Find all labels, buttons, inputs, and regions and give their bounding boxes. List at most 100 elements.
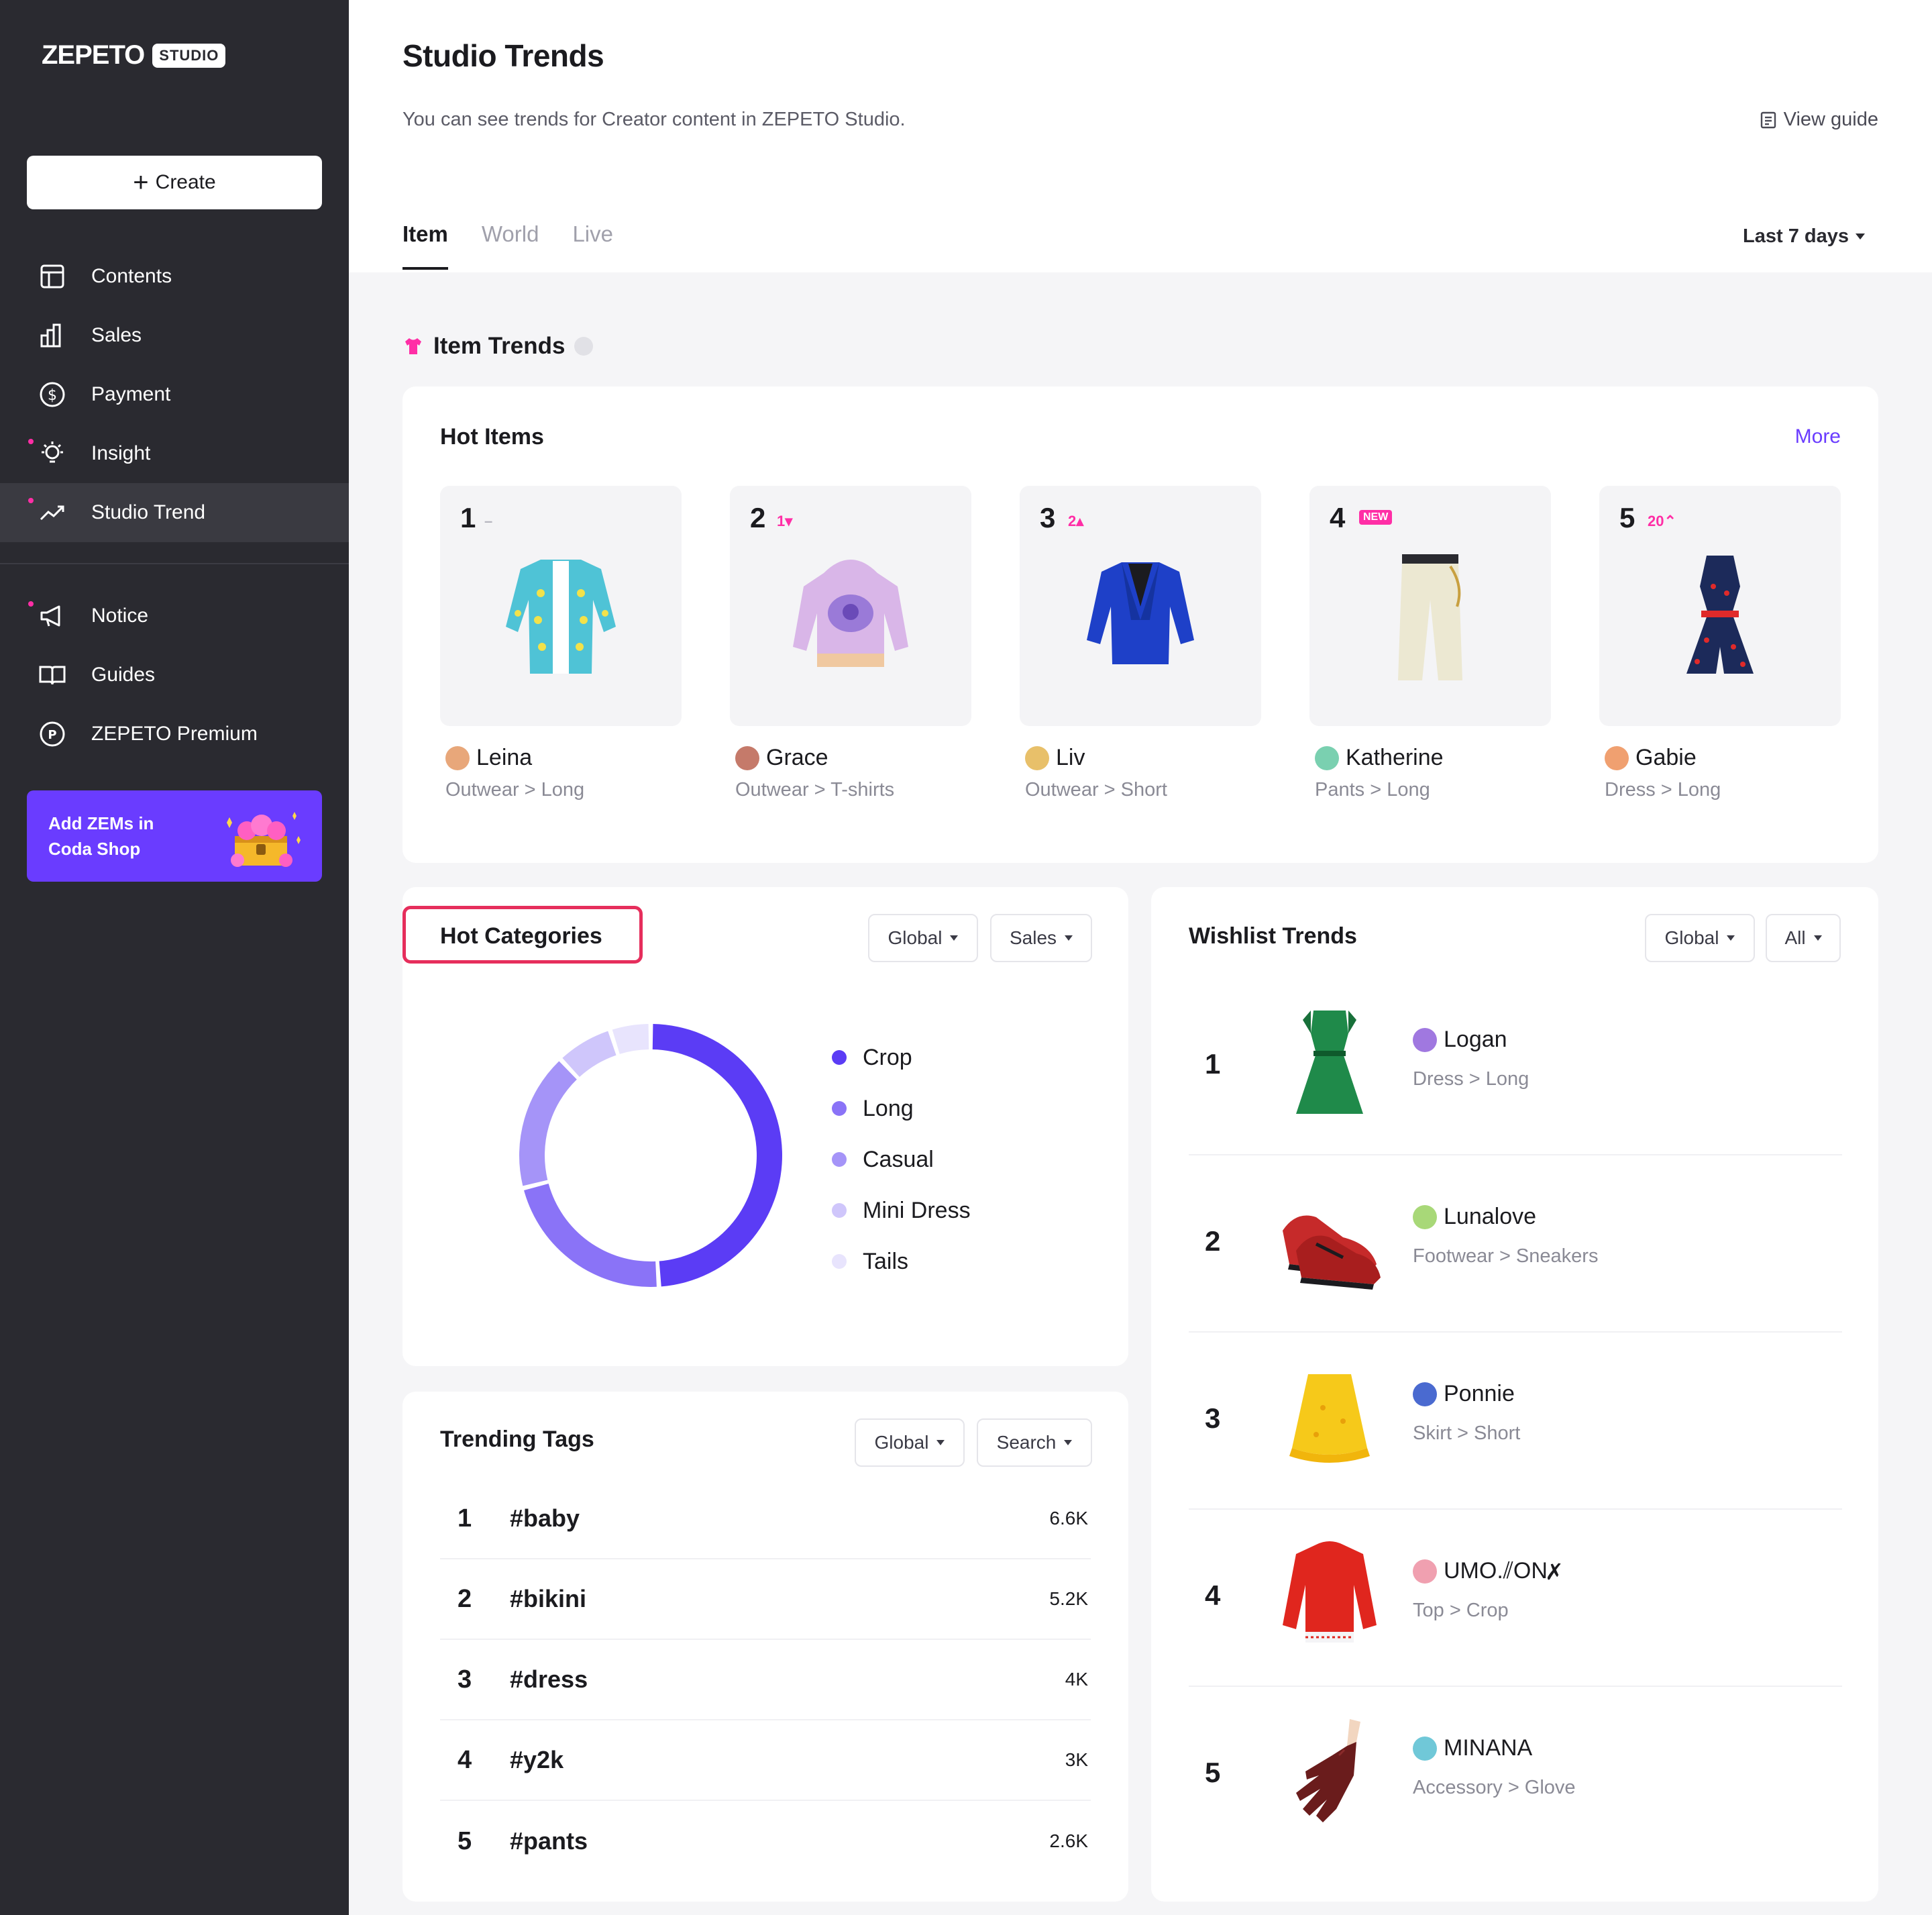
rank-number: 4 [1330, 502, 1346, 533]
blazer-image [1087, 562, 1194, 664]
item-thumbnail: 4 NEW [1309, 486, 1551, 726]
caret-down-icon [1727, 935, 1735, 941]
caret-down-icon [1064, 1440, 1073, 1445]
view-guide-link[interactable]: View guide [1758, 109, 1878, 131]
promo-line-1: Add ZEMs in [48, 813, 154, 833]
hot-item-card[interactable]: 3 2▴ Liv Outwear > Short [1020, 486, 1261, 801]
region-dropdown[interactable]: Global [1645, 914, 1755, 962]
promo-text: Add ZEMs in Coda Shop [48, 811, 203, 862]
wishlist-row[interactable]: 2 Lunalove Footwear > Sneakers [1189, 1155, 1842, 1333]
caret-down-icon [950, 935, 959, 941]
item-thumbnail: 3 2▴ [1020, 486, 1261, 726]
tag-row[interactable]: 3 #dress 4K [440, 1640, 1091, 1720]
filter-dropdown[interactable]: All [1766, 914, 1841, 962]
premium-p-icon: P [40, 721, 65, 747]
section-title-item-trends: Item Trends [402, 333, 594, 360]
create-button[interactable]: + Create [27, 156, 322, 209]
tab-live[interactable]: Live [572, 221, 613, 270]
wishlist-row[interactable]: 4 UMO.⫽ON✗ Top > Crop [1189, 1510, 1842, 1687]
rank-change: 20⌃ [1648, 513, 1676, 529]
wishlist-trends-title: Wishlist Trends [1189, 923, 1357, 949]
tag-row[interactable]: 5 #pants 2.6K [440, 1801, 1091, 1881]
avatar [1413, 1027, 1437, 1052]
legend-item-casual: Casual [832, 1134, 971, 1185]
hot-item-card[interactable]: 2 1▾ Grace Outwear > T-shirts [730, 486, 971, 801]
tag-row[interactable]: 1 #baby 6.6K [440, 1479, 1091, 1559]
zepeto-studio-logo[interactable]: ZEPETO STUDIO [42, 40, 226, 70]
tag-name: #bikini [510, 1585, 587, 1612]
legend-item-long: Long [832, 1083, 971, 1134]
metric-dropdown[interactable]: Sales [990, 914, 1092, 962]
sidebar-item-label: ZEPETO Premium [91, 723, 258, 745]
tag-count: 3K [1065, 1749, 1088, 1770]
sidebar-item-guides[interactable]: Guides [0, 645, 349, 705]
book-icon [39, 666, 66, 685]
wishlist-rank: 4 [1205, 1580, 1221, 1611]
skirt-image [1289, 1374, 1370, 1463]
tab-world[interactable]: World [482, 221, 539, 270]
period-dropdown[interactable]: Last 7 days [1743, 225, 1865, 248]
lightbulb-icon [42, 442, 63, 463]
trending-tags-card: Trending Tags Global Search 1 #baby 6.6K… [402, 1392, 1128, 1902]
view-guide-label: View guide [1783, 109, 1878, 130]
sidebar-item-contents[interactable]: Contents [0, 247, 349, 306]
content-type-tabs: Item World Live [402, 221, 613, 270]
wishlist-row[interactable]: 3 Ponnie Skirt > Short [1189, 1333, 1842, 1510]
wishlist-rank: 3 [1205, 1402, 1221, 1434]
tag-rank: 5 [458, 1826, 472, 1855]
donut-slice-tails[interactable] [612, 1024, 649, 1054]
hot-categories-card: Hot Categories Global Sales Crop Long Ca… [402, 887, 1128, 1366]
sidebar-item-insight[interactable]: Insight [0, 424, 349, 483]
donut-slice-long[interactable] [524, 1183, 657, 1287]
wishlist-row[interactable]: 5 MINANA Accessory > Glove [1189, 1687, 1842, 1864]
tag-rank: 2 [458, 1584, 472, 1613]
plus-icon: + [133, 168, 149, 197]
tag-rank: 1 [458, 1504, 472, 1533]
donut-slice-casual[interactable] [519, 1061, 577, 1186]
wishlist-row[interactable]: 1 Logan Dress > Long [1189, 978, 1842, 1155]
sidebar-item-zepeto-premium[interactable]: P ZEPETO Premium [0, 705, 349, 764]
donut-slice-crop[interactable] [652, 1024, 782, 1287]
legend-label: Tails [863, 1248, 909, 1274]
hot-items-card: Hot Items More 1 – Leina Outwear > Long … [402, 386, 1878, 863]
megaphone-icon [40, 605, 60, 627]
creator-name: Gabie [1635, 745, 1697, 770]
tag-count: 5.2K [1049, 1588, 1088, 1609]
sidebar-item-payment[interactable]: $ Payment [0, 365, 349, 424]
region-dropdown[interactable]: Global [855, 1418, 965, 1467]
item-category: Outwear > T-shirts [735, 779, 895, 800]
rank-change: – [484, 513, 493, 529]
creator-name: Katherine [1346, 745, 1444, 770]
page-header: Studio Trends You can see trends for Cre… [349, 0, 1932, 272]
sidebar-item-label: Insight [91, 442, 151, 464]
item-category: Dress > Long [1605, 779, 1721, 800]
tag-count: 6.6K [1049, 1508, 1088, 1529]
tag-row[interactable]: 2 #bikini 5.2K [440, 1559, 1091, 1640]
sidebar-item-sales[interactable]: Sales [0, 306, 349, 365]
coda-shop-promo-banner[interactable]: Add ZEMs in Coda Shop [27, 790, 322, 882]
sidebar-item-notice[interactable]: Notice [0, 586, 349, 645]
creator-name: Leina [476, 745, 533, 770]
legend-swatch [832, 1050, 847, 1065]
trend-up-icon [40, 505, 64, 521]
creator-info: Leina [440, 745, 682, 771]
hot-item-card[interactable]: 5 20⌃ Gabie Dress > Long [1599, 486, 1841, 801]
hot-item-card[interactable]: 4 NEW Katherine Pants > Long [1309, 486, 1551, 801]
metric-dropdown-label: Sales [1009, 927, 1057, 948]
legend-label: Mini Dress [863, 1197, 971, 1223]
sidebar-item-label: Payment [91, 383, 171, 405]
hot-item-card[interactable]: 1 – Leina Outwear > Long [440, 486, 682, 801]
tab-item[interactable]: Item [402, 221, 448, 270]
tag-row[interactable]: 4 #y2k 3K [440, 1720, 1091, 1801]
more-link[interactable]: More [1795, 425, 1841, 448]
tag-rank: 3 [458, 1665, 472, 1694]
item-thumbnail: 2 1▾ [730, 486, 971, 726]
creator-info: Grace [730, 745, 971, 771]
donut-slice-mini-dress[interactable] [562, 1031, 616, 1077]
help-icon[interactable] [574, 337, 594, 356]
sidebar-item-studio-trend[interactable]: Studio Trend [0, 483, 349, 542]
source-dropdown[interactable]: Search [977, 1418, 1092, 1467]
region-dropdown[interactable]: Global [868, 914, 978, 962]
creator-name: Liv [1056, 745, 1085, 770]
wishlist-rank: 2 [1205, 1225, 1221, 1257]
